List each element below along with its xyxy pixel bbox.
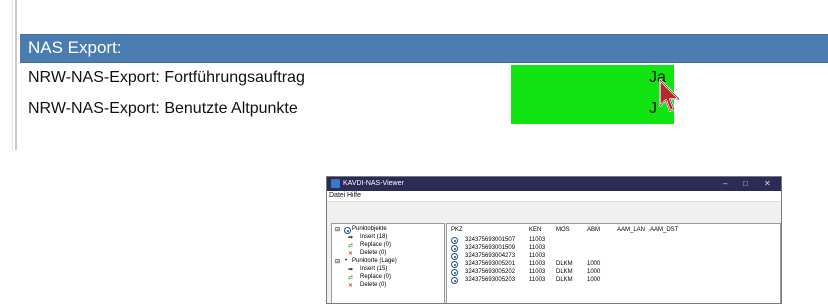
collapse-icon[interactable]: ⊟ [335, 259, 340, 265]
maximize-button[interactable]: □ [743, 179, 748, 188]
setting-label-fortfuehrungsauftrag: NRW-NAS-Export: Fortführungsauftrag [28, 69, 305, 86]
tree-node-punktobjekte[interactable]: ⊟ Punktobjekte [335, 226, 387, 234]
tree-node-punktorte[interactable]: ⊟ • Punktorte (Lage) [335, 258, 397, 265]
tree-node-insert[interactable]: ➡ Insert (15) [348, 266, 387, 273]
point-icon [451, 237, 458, 244]
toolbar [327, 202, 781, 222]
section-header: NAS Export: [20, 34, 828, 63]
tree-pane: ⊟ Punktobjekte ➡ Insert (18) ⇄ Replace (… [331, 223, 445, 303]
dot-icon: • [345, 258, 348, 264]
delete-icon: ✕ [348, 251, 354, 257]
column-header-abm[interactable]: ABM [587, 227, 600, 233]
menu-hilfe[interactable]: Hilfe [347, 192, 361, 199]
arrow-icon: ➡ [348, 235, 354, 241]
point-icon [451, 269, 458, 276]
column-header-aam-dst[interactable]: AAM_DST [650, 227, 678, 233]
points-table: PKZ KEN MOS ABM AAM_LAN AAM_DST 32437569… [446, 223, 781, 303]
tree-node-insert[interactable]: ➡ Insert (18) [348, 234, 387, 241]
column-header-mos[interactable]: MOS [556, 227, 570, 233]
tree-node-delete[interactable]: ✕ Delete (0) [348, 250, 386, 257]
table-row[interactable]: 324375693005201 11003 DLKM 1000 [447, 261, 780, 269]
arrow-icon: ➡ [348, 267, 354, 273]
menu-datei[interactable]: Datei [329, 192, 345, 199]
app-icon [331, 179, 340, 188]
collapse-icon[interactable]: ⊟ [335, 227, 340, 233]
point-icon [451, 261, 458, 268]
replace-icon: ⇄ [348, 275, 354, 281]
radio-icon [344, 227, 351, 234]
left-border-light [12, 0, 13, 150]
delete-icon: ✕ [348, 283, 354, 289]
close-button[interactable]: ✕ [764, 179, 771, 188]
tree-node-replace[interactable]: ⇄ Replace (0) [348, 274, 391, 281]
column-header-ken[interactable]: KEN [529, 227, 541, 233]
point-icon [451, 253, 458, 260]
column-header-aam-lan[interactable]: AAM_LAN [617, 227, 645, 233]
replace-icon: ⇄ [348, 243, 354, 249]
minimize-button[interactable]: – [723, 179, 727, 188]
nas-viewer-window: KAVDI-NAS-Viewer – □ ✕ Datei Hilfe ⊟ Pun… [326, 176, 782, 304]
table-row[interactable]: 324375693001507 11003 [447, 237, 780, 245]
table-row[interactable]: 324375693001509 11003 [447, 245, 780, 253]
point-icon [451, 277, 458, 284]
point-icon [451, 245, 458, 252]
table-row[interactable]: 324375693005203 11003 DLKM 1000 [447, 277, 780, 285]
setting-label-altpunkte: NRW-NAS-Export: Benutzte Altpunkte [28, 100, 298, 117]
left-border [15, 0, 17, 150]
tree-node-replace[interactable]: ⇄ Replace (0) [348, 242, 391, 249]
table-row[interactable]: 324375693005202 11003 DLKM 1000 [447, 269, 780, 277]
column-header-pkz[interactable]: PKZ [451, 227, 463, 233]
hand-cursor-icon [659, 79, 680, 112]
tree-node-delete[interactable]: ✕ Delete (0) [348, 282, 386, 289]
menu-bar: Datei Hilfe [327, 191, 781, 202]
window-titlebar: KAVDI-NAS-Viewer – □ ✕ [327, 177, 781, 191]
table-row[interactable]: 324375693004273 11003 [447, 253, 780, 261]
window-title: KAVDI-NAS-Viewer [343, 180, 404, 187]
section-title: NAS Export: [28, 38, 122, 57]
